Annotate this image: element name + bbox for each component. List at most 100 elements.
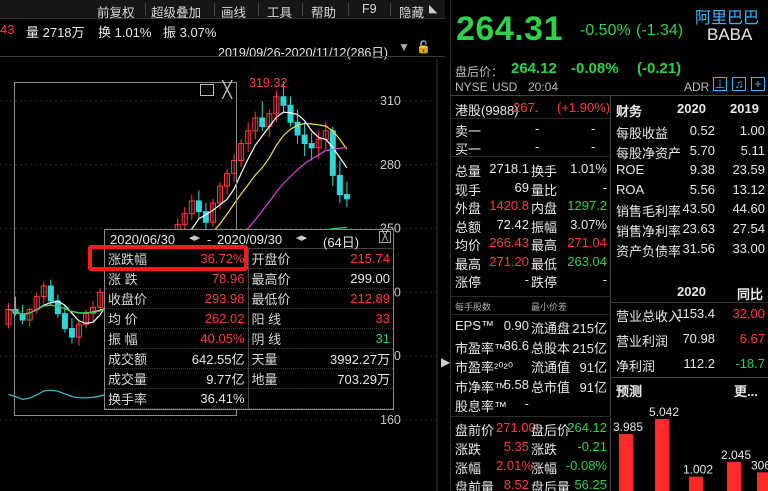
metric-header: 每手股数 (455, 302, 492, 312)
stats-label: 天量 (247, 348, 298, 370)
stat-value: 1297.2 (567, 198, 607, 213)
stats-label: 开盘价 (247, 249, 298, 270)
stat-label: 换手 (531, 164, 558, 179)
stats-value: 642.55亿 (155, 348, 248, 370)
restore-icon[interactable] (200, 84, 214, 96)
metric-value: 5.58 (503, 376, 529, 392)
change-percent: -0.50% (580, 22, 631, 39)
stat-value: 69 (514, 179, 529, 195)
stats-value: 215.74 (298, 249, 393, 270)
stats-label: 均 价 (105, 308, 155, 330)
candle-body (259, 117, 266, 128)
kline-chart-area[interactable]: 前复权 超级叠加 画线 工具 帮助 F9 隐藏 ◣ 43 量 2718万 换 1… (0, 0, 445, 491)
stats-value: 33 (298, 308, 393, 330)
stat-label: 外盘 (455, 201, 482, 216)
stat-label: 内盘 (531, 201, 558, 216)
hk-price: 267. (513, 100, 539, 115)
stats-label: 收盘价 (105, 288, 155, 310)
stats-label: 最低价 (247, 288, 298, 310)
bell-icon[interactable]: ♫ (732, 77, 746, 91)
yoy-label: 净利润 (616, 359, 656, 374)
candle-body (329, 130, 336, 176)
metric-value: 0.90 (503, 318, 529, 333)
stat-value: - (602, 179, 607, 195)
stat-label: 跌停 (531, 275, 558, 290)
finance-label: ROA (616, 181, 645, 197)
stat-label: 最高 (455, 256, 482, 272)
forecast-bar (655, 418, 669, 491)
finance-value-2019: 1.00 (739, 123, 765, 138)
date-range-bar: 2019/09/26-2020/11/12(286日) ▼ 🔓 (0, 40, 445, 60)
stats-row: 换手率 36.41% (105, 388, 393, 410)
hk-label[interactable]: 港股(9988) (455, 100, 519, 119)
forecast-bar-label: 306 (751, 458, 768, 472)
stats-label: 地量 (247, 368, 298, 390)
stat-value: 263.04 (567, 253, 607, 269)
step-arrows-icon[interactable]: ◂▸ (189, 231, 200, 244)
metric-label: 总股本 (531, 340, 571, 356)
stat-label: 现手 (455, 182, 482, 198)
candle-body (301, 134, 308, 145)
stats-value: 3992.27万 (298, 348, 393, 370)
finance-label: 每股收益 (616, 126, 669, 141)
stats-value (298, 388, 393, 410)
metric-header: 最小价差 (531, 302, 568, 312)
stats-value: 299.00 (298, 268, 393, 290)
stock-ticker: BABA (707, 25, 753, 44)
finance-value-2019: 5.11 (740, 142, 765, 158)
close-icon[interactable]: ╳ (222, 80, 232, 100)
finance-value-2019: 44.60 (732, 201, 765, 217)
lock-icon[interactable]: 🔓 (416, 40, 431, 54)
stats-label: 成交额 (105, 348, 155, 370)
stat-label: 最低 (531, 256, 558, 272)
metric-label: 流通值 (531, 360, 571, 375)
finance-year-2020: 2020 (677, 101, 706, 116)
candle-body (280, 96, 287, 106)
chevron-down-icon[interactable]: ◣ (429, 2, 437, 15)
y-tick-label: 310 (380, 94, 401, 108)
afterhours-value: 264.12 (567, 420, 607, 435)
yoy-label: 营业利润 (616, 334, 669, 349)
forecast-bar-label: 2.045 (721, 448, 751, 462)
last-price: 264.31 (456, 10, 563, 48)
finance-value-2019: 27.54 (732, 221, 765, 236)
finance-value-2020: 0.52 (689, 123, 715, 138)
high-price-marker: 319.32 (249, 76, 288, 90)
stat-label: 总量 (455, 164, 482, 179)
finance-year-2019: 2019 (730, 101, 759, 116)
finance-title: 财务 (616, 104, 643, 119)
stat-label: 均价 (455, 238, 482, 253)
stats-value: 212.89 (298, 288, 393, 310)
stats-label: 换手率 (105, 388, 155, 410)
forecast-bar (757, 472, 768, 491)
finance-value-2020: 23.63 (682, 221, 715, 236)
stats-row: 收盘价 293.98 最低价 212.89 (105, 288, 393, 310)
stat-label: 量比 (531, 182, 558, 198)
add-icon[interactable]: + (751, 77, 765, 91)
premarket-label: 涨跌 (455, 442, 482, 457)
premarket-label: 盘前量 (455, 480, 495, 491)
stat-value: 1420.8 (489, 198, 529, 213)
dropdown-icon[interactable]: ▼ (398, 40, 410, 54)
stats-label: 阳 线 (247, 308, 298, 330)
forecast-bar (689, 476, 703, 491)
finance-value-2020: 31.56 (682, 240, 715, 256)
yoy-change: 32.00 (732, 306, 765, 321)
info-volume: 量 2718万 (26, 25, 85, 40)
info-turnover: 换 1.01% (98, 25, 152, 40)
stat-value: 2718.1 (489, 161, 529, 176)
collapse-arrow-icon[interactable]: ▶ (441, 355, 450, 369)
stat-value: 271.20 (489, 253, 529, 269)
toolbar-item-f9[interactable]: F9 (362, 2, 377, 16)
afterhours-value: -0.21 (577, 439, 607, 454)
candle-body (308, 143, 315, 149)
pin-icon[interactable]: ⊥ (713, 77, 727, 91)
orderbook-volume: - (591, 121, 596, 136)
step-arrows-icon[interactable]: ◂▸ (296, 231, 307, 244)
close-icon[interactable]: ╳ (379, 231, 391, 243)
stats-label (247, 388, 298, 410)
yoy-change: 6.67 (739, 331, 765, 346)
stats-label: 振 幅 (105, 328, 155, 350)
stats-label: 成交量 (105, 368, 155, 390)
orderbook-price: - (535, 121, 540, 136)
